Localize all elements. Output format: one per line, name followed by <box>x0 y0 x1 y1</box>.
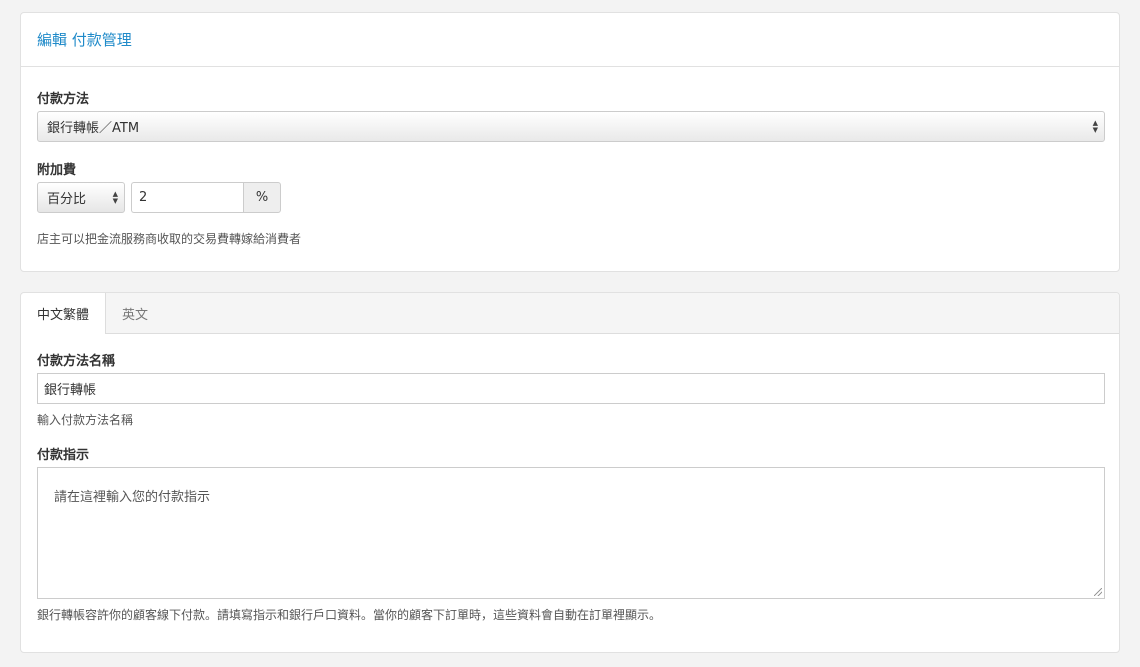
method-name-label: 付款方法名稱 <box>37 354 116 369</box>
method-name-input[interactable]: 銀行轉帳 <box>37 373 1105 404</box>
tab-english[interactable]: 英文 <box>106 293 164 334</box>
payment-method-label: 付款方法 <box>37 92 90 107</box>
page-title: 編輯 付款管理 <box>37 31 132 49</box>
surcharge-unit-addon: % <box>243 182 281 213</box>
language-panel: 中文繁體 英文 付款方法名稱 銀行轉帳 輸入付款方法名稱 付款指示 請在這裡輸入… <box>20 292 1120 653</box>
select-arrows-icon: ▲ ▼ <box>112 189 118 205</box>
payment-settings-panel: 編輯 付款管理 付款方法 銀行轉帳／ATM ▲ ▼ 附加費 百分比 ▲ ▼ 2 % … <box>20 12 1120 272</box>
instructions-help: 銀行轉帳容許你的顧客線下付款。請填寫指示和銀行戶口資料。當你的顧客下訂單時，這些… <box>37 608 662 622</box>
payment-method-value: 銀行轉帳／ATM <box>47 121 140 136</box>
select-arrows-icon: ▲ ▼ <box>1092 118 1098 134</box>
tab-traditional-chinese[interactable]: 中文繁體 <box>21 293 107 334</box>
surcharge-label: 附加費 <box>37 163 77 178</box>
language-tabs: 中文繁體 英文 <box>21 293 1119 334</box>
surcharge-type-value: 百分比 <box>47 192 87 207</box>
instructions-label: 付款指示 <box>37 448 90 463</box>
panel-header: 編輯 付款管理 <box>21 13 1119 67</box>
instructions-placeholder: 請在這裡輸入您的付款指示 <box>54 490 211 505</box>
surcharge-value-input[interactable]: 2 <box>131 182 244 213</box>
payment-method-select[interactable]: 銀行轉帳／ATM ▲ ▼ <box>37 111 1105 142</box>
surcharge-help-text: 店主可以把金流服務商收取的交易費轉嫁給消費者 <box>37 232 302 246</box>
instructions-textarea[interactable]: 請在這裡輸入您的付款指示 <box>37 467 1105 599</box>
method-name-help: 輸入付款方法名稱 <box>37 413 134 427</box>
surcharge-type-select[interactable]: 百分比 ▲ ▼ <box>37 182 125 213</box>
resize-grip-icon[interactable] <box>1094 588 1102 596</box>
